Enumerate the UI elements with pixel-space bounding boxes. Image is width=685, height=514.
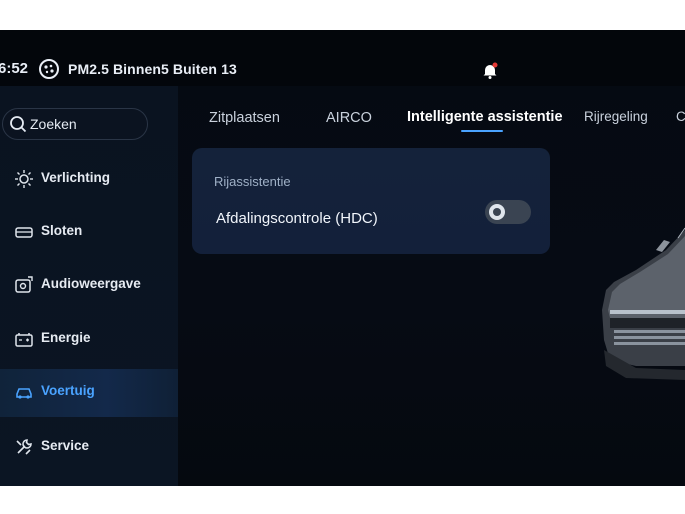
tab-rijregeling[interactable]: Rijregeling xyxy=(584,109,648,124)
light-icon xyxy=(15,170,33,188)
tab-airco[interactable]: AIRCO xyxy=(326,110,372,126)
active-tab-indicator xyxy=(461,130,503,132)
vehicle-image xyxy=(602,227,685,380)
sidebar-item-sloten[interactable]: Sloten xyxy=(0,209,178,255)
driving-assistance-card: Rijassistentie Afdalingscontrole (HDC) xyxy=(192,148,550,254)
sidebar-item-label: Audioweergave xyxy=(41,276,141,291)
search-input[interactable]: Zoeken xyxy=(2,108,148,140)
section-title: Rijassistentie xyxy=(214,174,291,189)
sidebar-item-verlichting[interactable]: Verlichting xyxy=(0,156,178,202)
sidebar-item-label: Voertuig xyxy=(41,383,95,398)
audio-icon xyxy=(15,276,33,293)
sidebar-item-label: Energie xyxy=(41,330,91,345)
tab-intelligente-assistentie[interactable]: Intelligente assistentie xyxy=(407,109,563,125)
sidebar: Zoeken Verlichting Sloten Audioweergave … xyxy=(0,86,178,486)
air-quality-icon xyxy=(39,59,59,79)
sidebar-item-label: Verlichting xyxy=(41,170,111,185)
pm-label: PM2.5 xyxy=(68,61,109,77)
car-icon xyxy=(16,388,32,399)
notification-bell-icon[interactable] xyxy=(481,62,499,80)
air-quality-readout: PM2.5 Binnen5 Buiten 13 xyxy=(68,61,237,77)
sidebar-item-audioweergave[interactable]: Audioweergave xyxy=(0,262,178,308)
search-icon xyxy=(10,116,27,133)
sidebar-item-label: Sloten xyxy=(41,223,83,238)
indoor-label: Binnen xyxy=(112,61,162,77)
indoor-value: 5 xyxy=(161,61,169,77)
tab-zitplaatsen[interactable]: Zitplaatsen xyxy=(209,110,280,126)
battery-icon xyxy=(15,333,33,347)
wrench-icon xyxy=(16,439,32,455)
sidebar-item-energie[interactable]: Energie xyxy=(0,316,178,362)
lock-icon xyxy=(15,227,33,238)
clock: 6:52 xyxy=(0,60,29,77)
status-bar: 6:52 PM2.5 Binnen5 Buiten 13 xyxy=(0,30,685,86)
sidebar-item-voertuig[interactable]: Voertuig xyxy=(0,369,178,417)
outdoor-value: 13 xyxy=(221,61,237,77)
outdoor-label: Buiten xyxy=(172,61,218,77)
toggle-knob xyxy=(489,204,505,220)
infotainment-screen: 6:52 PM2.5 Binnen5 Buiten 13 Zoeken Verl… xyxy=(0,30,685,486)
search-placeholder: Zoeken xyxy=(30,116,77,132)
tab-more[interactable]: C xyxy=(676,109,685,124)
sidebar-item-service[interactable]: Service xyxy=(0,424,178,470)
hdc-label: Afdalingscontrole (HDC) xyxy=(216,210,378,227)
hdc-toggle[interactable] xyxy=(485,200,531,224)
sidebar-item-label: Service xyxy=(41,438,90,453)
